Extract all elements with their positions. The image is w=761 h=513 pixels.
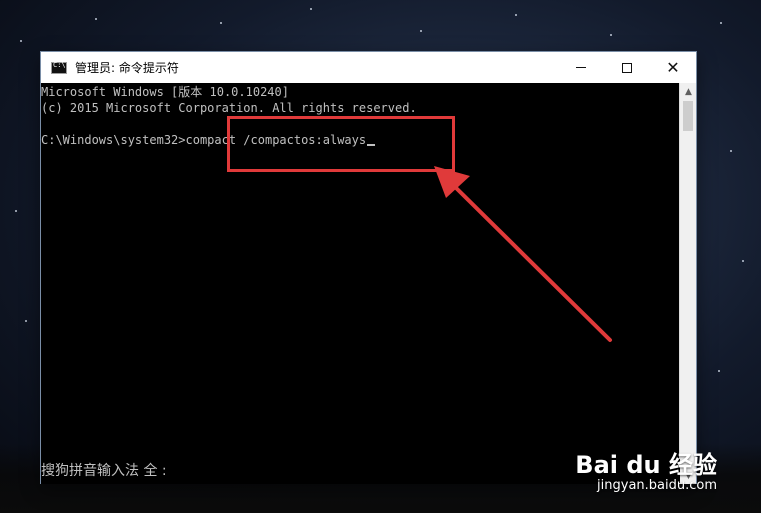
close-icon: ✕ [666, 57, 680, 77]
window-title: 管理员: 命令提示符 [75, 61, 179, 75]
console-line-copyright: (c) 2015 Microsoft Corporation. All righ… [41, 101, 417, 115]
maximize-button[interactable] [604, 52, 650, 83]
console-line-version: Microsoft Windows [版本 10.0.10240] [41, 85, 289, 99]
command-highlight-box [227, 116, 455, 172]
maximize-icon [622, 62, 632, 73]
minimize-icon [576, 67, 586, 68]
title-bar[interactable]: 管理员: 命令提示符 ✕ [41, 52, 696, 83]
vertical-scrollbar[interactable]: ▲ ▼ [679, 83, 696, 484]
minimize-button[interactable] [558, 52, 604, 83]
watermark-url: jingyan.baidu.com [597, 478, 717, 493]
cmd-app-icon [51, 61, 67, 74]
scrollbar-thumb[interactable] [683, 101, 693, 131]
baidu-jingyan-watermark: Bai du 经验 jingyan.baidu.com [575, 445, 717, 493]
window-controls: ✕ [558, 52, 696, 83]
watermark-logo: Bai du 经验 [575, 451, 717, 479]
close-button[interactable]: ✕ [650, 52, 696, 83]
scroll-up-arrow-icon[interactable]: ▲ [680, 83, 697, 100]
